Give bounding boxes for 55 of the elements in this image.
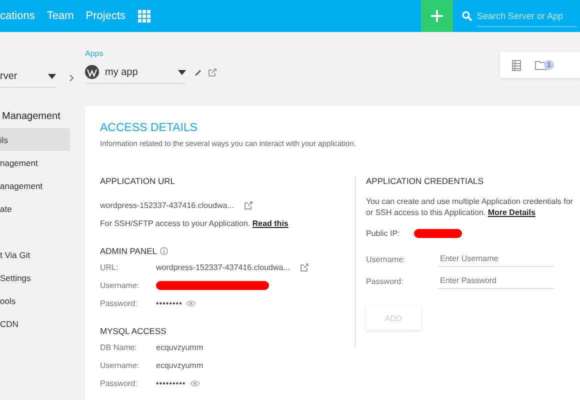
folder-icon[interactable] [535, 60, 547, 70]
url-text: wordpress-152337-437416.cloudwa... [156, 262, 290, 272]
sidebar-item[interactable]: anagement [0, 174, 70, 197]
plus-icon [431, 10, 443, 22]
field-label: Username: [100, 280, 140, 290]
field-label: DB Name: [100, 342, 138, 352]
field-label: Username: [100, 360, 140, 370]
server-dropdown[interactable]: rver [0, 65, 56, 88]
eye-icon[interactable] [186, 300, 196, 306]
url-text: wordpress-152337-437416.cloudwa... [100, 200, 234, 210]
field-label: Public IP: [366, 228, 401, 238]
subsection-heading: ADMIN PANEL [100, 246, 157, 256]
help-text: You can create and use multiple Application credentials for or SSH access to this Application. More Details [366, 196, 574, 218]
password-dots: •••••••• [156, 298, 182, 308]
sidebar-item[interactable]: CDN [0, 312, 70, 335]
search-field[interactable]: Search Server or App [477, 6, 577, 26]
sidebar-item[interactable]: nagement [0, 151, 70, 174]
caret-down-icon [48, 74, 56, 78]
field-value: ecquvzyumm [156, 360, 204, 370]
info-icon[interactable] [160, 247, 168, 255]
chevron-right-icon [69, 74, 74, 82]
external-link-icon[interactable] [244, 200, 253, 210]
help-text: For SSH/SFTP access to your Application. Read this [100, 218, 288, 228]
sidebar-item[interactable]: t Via Git [0, 243, 70, 266]
apps-label: Apps [85, 49, 104, 58]
apps-grid-icon[interactable] [138, 10, 151, 22]
sidebar-item[interactable]: Settings [0, 266, 70, 289]
sidebar-item[interactable]: ils [0, 128, 70, 151]
search-icon [462, 11, 472, 21]
logo-icon [85, 65, 99, 79]
list-icon[interactable] [512, 60, 521, 70]
section-title: ACCESS DETAILS [100, 122, 199, 134]
add-button[interactable] [421, 0, 453, 32]
field-label: Password: [366, 276, 404, 286]
caret-down-icon [178, 70, 186, 74]
sidebar-item[interactable]: ate [0, 197, 70, 220]
field-label: URL: [100, 262, 120, 272]
pencil-icon[interactable] [194, 68, 202, 76]
subsection-heading: MYSQL ACCESS [100, 326, 166, 336]
read-this-link[interactable]: Read this [252, 218, 288, 228]
sidebar-heading: Management [2, 111, 62, 122]
external-link-icon[interactable] [208, 68, 217, 77]
eye-icon[interactable] [190, 380, 200, 386]
password-dots: ••••••••• [156, 378, 186, 388]
field-label: Password: [100, 298, 138, 308]
more-details-link[interactable]: More Details [488, 208, 536, 217]
subsection-heading: APPLICATION URL [100, 176, 176, 186]
field-value: ecquvzyumm [156, 342, 204, 352]
redaction-mark [414, 228, 462, 238]
field-label: Password: [100, 378, 138, 388]
app-dropdown[interactable]: my app [85, 61, 186, 84]
field-label: Username: [366, 254, 406, 264]
external-link-icon[interactable] [300, 262, 309, 272]
sidebar-item[interactable]: ools [0, 289, 70, 312]
subsection-heading: APPLICATION CREDENTIALS [366, 176, 484, 186]
